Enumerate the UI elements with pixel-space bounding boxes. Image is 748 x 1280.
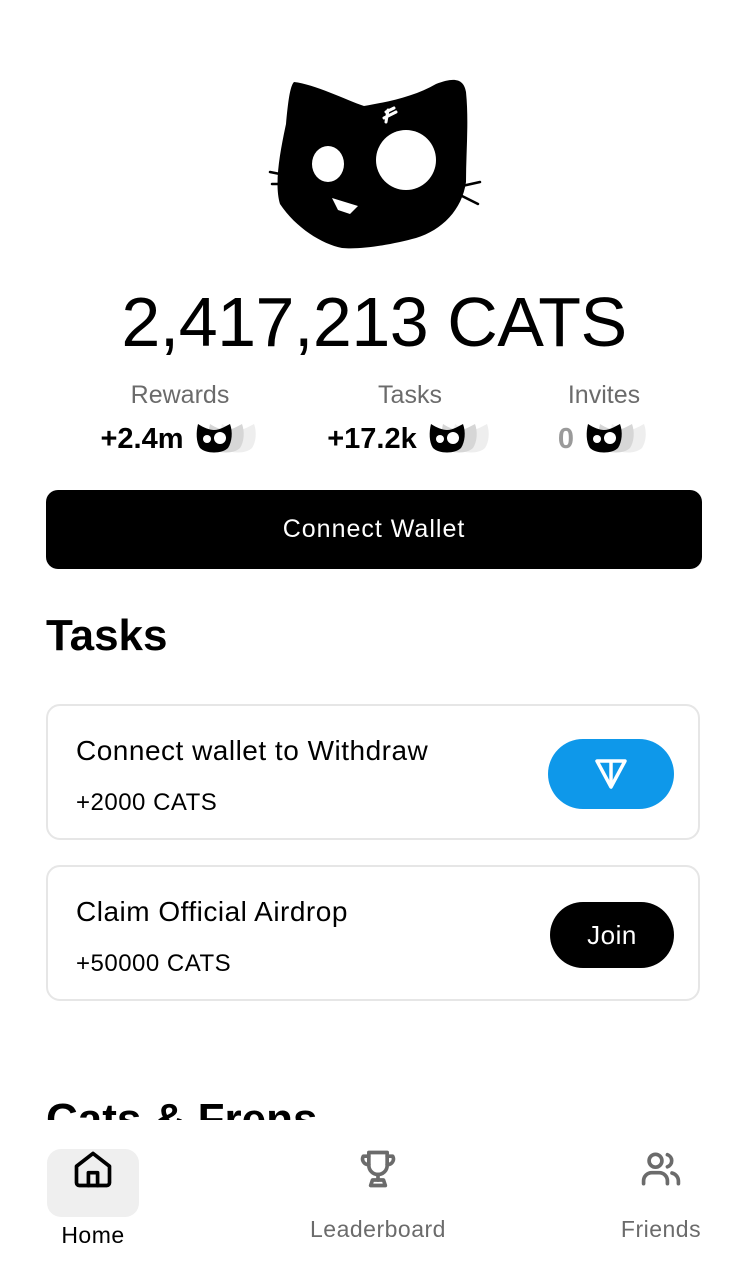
balance-unit: CATS — [447, 283, 627, 361]
task-card-connect-wallet: Connect wallet to Withdraw +2000 CATS — [46, 704, 700, 840]
balance-display: 2,417,213 CATS — [0, 282, 748, 362]
cat-stack-icon — [584, 422, 650, 456]
task-card-airdrop: Claim Official Airdrop +50000 CATS Join — [46, 865, 700, 1001]
stat-label: Tasks — [378, 381, 442, 409]
users-icon — [641, 1152, 681, 1185]
join-button[interactable]: Join — [550, 902, 674, 968]
stat-value: +2.4m — [100, 423, 184, 455]
stat-rewards: Rewards +2.4m — [70, 380, 290, 456]
bottom-nav: Home Leaderboard Friends — [0, 1120, 748, 1280]
stat-value: +17.2k — [327, 423, 417, 455]
nav-label: Friends — [620, 1216, 702, 1242]
stat-label: Rewards — [130, 381, 230, 409]
nav-tab-leaderboard[interactable]: Leaderboard — [300, 1120, 456, 1243]
nav-tab-friends[interactable]: Friends — [606, 1120, 716, 1243]
section-title: Cats & Frens — [46, 1095, 318, 1120]
nav-label: Leaderboard — [310, 1216, 446, 1242]
task-reward: +2000 CATS — [76, 789, 218, 816]
connect-wallet-button[interactable]: Connect Wallet — [46, 490, 702, 569]
task-title: Claim Official Airdrop — [76, 896, 348, 927]
cat-stack-icon — [427, 422, 493, 456]
cat-stack-icon — [194, 422, 260, 456]
home-icon — [74, 1151, 112, 1187]
tasks-section-title: Tasks — [46, 611, 168, 660]
task-title: Connect wallet to Withdraw — [76, 735, 429, 766]
task-reward: +50000 CATS — [76, 950, 232, 977]
ton-icon — [595, 759, 627, 789]
stat-value: 0 — [557, 423, 575, 455]
ton-connect-button[interactable] — [548, 739, 674, 809]
balance-amount: 2,417,213 — [121, 283, 429, 361]
stat-tasks: Tasks +17.2k — [300, 380, 520, 456]
trophy-icon — [360, 1150, 396, 1187]
nav-label: Home — [61, 1222, 125, 1248]
cats-frens-section: Cats & Frens — [46, 1094, 446, 1120]
cat-logo-icon — [266, 72, 486, 254]
stat-invites: Invites 0 — [494, 380, 714, 456]
stat-label: Invites — [567, 381, 641, 409]
nav-tab-home[interactable]: Home — [47, 1120, 139, 1249]
